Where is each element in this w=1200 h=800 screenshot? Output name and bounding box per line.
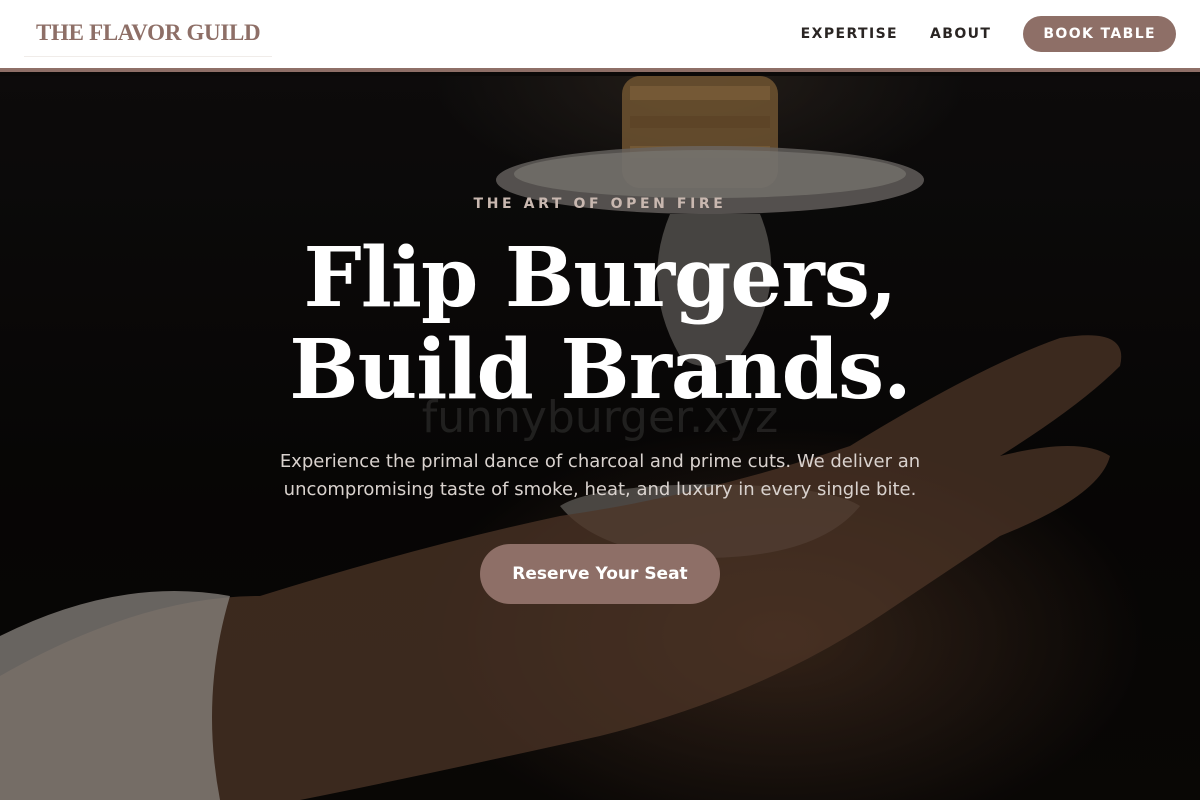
site-header: THE FLAVOR GUILD EXPERTISE ABOUT BOOK TA…	[0, 0, 1200, 72]
reserve-seat-button[interactable]: Reserve Your Seat	[480, 544, 720, 604]
nav-link-about[interactable]: ABOUT	[930, 26, 991, 42]
nav-link-expertise[interactable]: EXPERTISE	[801, 26, 898, 42]
watermark: funnyburger.xyz	[421, 392, 779, 443]
hero-headline: Flip Burgers, Build Brands.	[0, 232, 1200, 416]
brand-logo[interactable]: THE FLAVOR GUILD	[24, 12, 273, 57]
hero-content: THE ART OF OPEN FIRE Flip Burgers, Build…	[0, 76, 1200, 800]
hero-subtext: Experience the primal dance of charcoal …	[279, 451, 921, 500]
book-table-button[interactable]: BOOK TABLE	[1023, 16, 1176, 52]
hero-headline-line1: Flip Burgers,	[303, 230, 898, 326]
main-nav: EXPERTISE ABOUT BOOK TABLE	[801, 16, 1176, 52]
hero-section: THE ART OF OPEN FIRE Flip Burgers, Build…	[0, 76, 1200, 800]
hero-eyebrow: THE ART OF OPEN FIRE	[473, 196, 727, 212]
